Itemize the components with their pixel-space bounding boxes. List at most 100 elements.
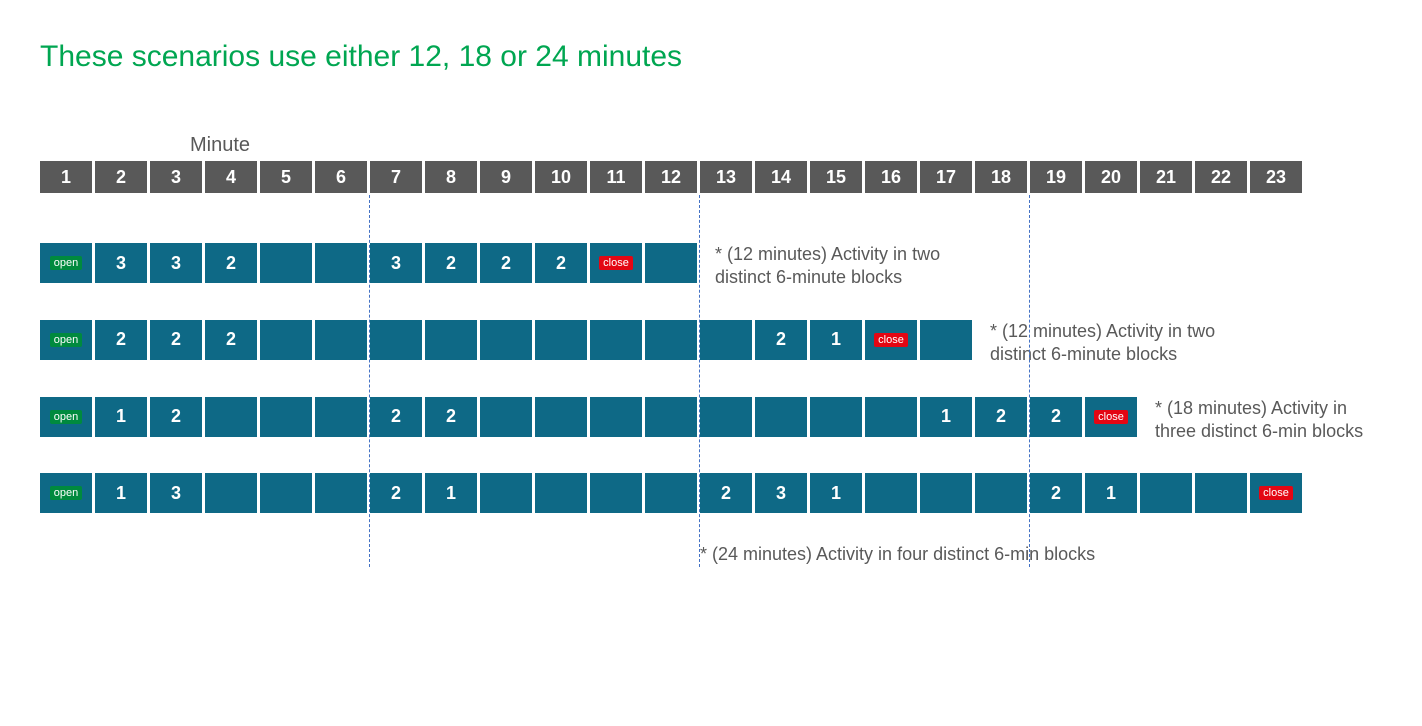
minute-header-cell: 2 [95, 161, 147, 193]
activity-cell [645, 320, 697, 360]
activity-cell: 2 [150, 320, 202, 360]
minute-header-row: 1234567891011121314151617181920212223 [40, 161, 1382, 193]
minute-header-cell: 9 [480, 161, 532, 193]
activity-cell [315, 243, 367, 283]
activity-cell: 2 [700, 473, 752, 513]
activity-cell: close [1085, 397, 1137, 437]
scenario-caption: * (12 minutes) Activity in two distinct … [715, 243, 975, 290]
minute-axis-label: Minute [190, 134, 1382, 157]
minute-header-cell: 15 [810, 161, 862, 193]
activity-cell: 3 [150, 243, 202, 283]
activity-cell: 2 [95, 320, 147, 360]
activity-cell: 3 [95, 243, 147, 283]
activity-cell [315, 320, 367, 360]
close-tag: close [1259, 486, 1293, 500]
minute-header-cell: 19 [1030, 161, 1082, 193]
minute-header-cell: 11 [590, 161, 642, 193]
activity-cell: 3 [370, 243, 422, 283]
scenario-caption: * (24 minutes) Activity in four distinct… [700, 543, 1100, 566]
activity-cell: 1 [920, 397, 972, 437]
activity-cell: 2 [535, 243, 587, 283]
activity-cell [920, 320, 972, 360]
activity-cell: 1 [425, 473, 477, 513]
close-tag: close [599, 256, 633, 270]
activity-cell [315, 397, 367, 437]
activity-cell [755, 397, 807, 437]
activity-cell [1140, 473, 1192, 513]
activity-row: open132123121close [40, 473, 1302, 513]
minute-header-cell: 8 [425, 161, 477, 193]
activity-row: open3323222close [40, 243, 697, 283]
minute-header-cell: 10 [535, 161, 587, 193]
minute-header-cell: 21 [1140, 161, 1192, 193]
activity-cell: 2 [370, 397, 422, 437]
scenario-caption: * (12 minutes) Activity in two distinct … [990, 320, 1250, 367]
open-tag: open [50, 410, 82, 424]
activity-cell: 2 [975, 397, 1027, 437]
minute-header-cell: 14 [755, 161, 807, 193]
activity-cell: 2 [205, 243, 257, 283]
activity-cell: 2 [425, 243, 477, 283]
minute-header-cell: 17 [920, 161, 972, 193]
activity-cell: close [590, 243, 642, 283]
scenario-caption: * (18 minutes) Activity in three distinc… [1155, 397, 1382, 444]
activity-cell: 2 [755, 320, 807, 360]
activity-cell [535, 473, 587, 513]
activity-cell [370, 320, 422, 360]
activity-cell [260, 243, 312, 283]
open-tag: open [50, 333, 82, 347]
activity-cell: 3 [755, 473, 807, 513]
minute-header-cell: 16 [865, 161, 917, 193]
activity-cell: close [865, 320, 917, 360]
minute-header-cell: 22 [1195, 161, 1247, 193]
activity-cell [975, 473, 1027, 513]
activity-cell [535, 320, 587, 360]
open-tag: open [50, 486, 82, 500]
activity-cell [260, 473, 312, 513]
activity-row: open1222122close [40, 397, 1137, 437]
timeline-diagram: Minute 123456789101112131415161718192021… [40, 134, 1382, 567]
activity-cell [260, 397, 312, 437]
close-tag: close [1094, 410, 1128, 424]
activity-cell [645, 473, 697, 513]
activity-cell: open [40, 473, 92, 513]
scenario-row: open3323222close* (12 minutes) Activity … [40, 243, 1382, 290]
scenario-row: open132123121close [40, 473, 1382, 513]
activity-row: open22221close [40, 320, 972, 360]
activity-cell [645, 243, 697, 283]
activity-cell [425, 320, 477, 360]
activity-cell: 1 [810, 473, 862, 513]
activity-cell [480, 397, 532, 437]
activity-cell: open [40, 320, 92, 360]
activity-cell [315, 473, 367, 513]
activity-cell: 1 [810, 320, 862, 360]
activity-cell [260, 320, 312, 360]
minute-header-cell: 7 [370, 161, 422, 193]
activity-cell [590, 473, 642, 513]
minute-header-cell: 23 [1250, 161, 1302, 193]
open-tag: open [50, 256, 82, 270]
activity-cell [700, 397, 752, 437]
activity-cell [535, 397, 587, 437]
activity-cell [205, 397, 257, 437]
minute-header-cell: 5 [260, 161, 312, 193]
minute-header-cell: 18 [975, 161, 1027, 193]
activity-cell: 1 [95, 473, 147, 513]
scenario-row: open22221close* (12 minutes) Activity in… [40, 320, 1382, 367]
activity-cell: 2 [1030, 397, 1082, 437]
activity-cell: 2 [205, 320, 257, 360]
activity-cell: 2 [150, 397, 202, 437]
minute-header-cell: 20 [1085, 161, 1137, 193]
minute-header-cell: 6 [315, 161, 367, 193]
activity-cell [205, 473, 257, 513]
activity-cell [700, 320, 752, 360]
activity-cell: open [40, 243, 92, 283]
activity-cell [590, 397, 642, 437]
activity-cell [920, 473, 972, 513]
activity-cell [480, 320, 532, 360]
activity-cell [480, 473, 532, 513]
minute-header-cell: 12 [645, 161, 697, 193]
scenario-row: open1222122close* (18 minutes) Activity … [40, 397, 1382, 444]
minute-header-cell: 3 [150, 161, 202, 193]
activity-cell: 2 [370, 473, 422, 513]
